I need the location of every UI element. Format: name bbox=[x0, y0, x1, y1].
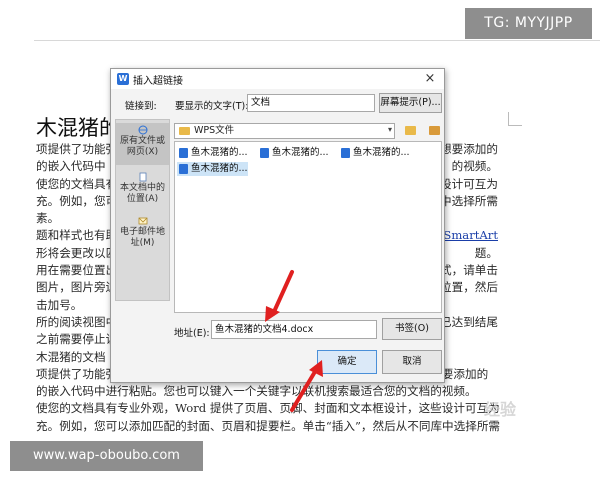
address-label: 地址(E): bbox=[174, 328, 210, 339]
document-line-text: 式，请单击 bbox=[440, 263, 498, 278]
sidebar-item-label: 电子邮件地址(M) bbox=[119, 227, 165, 248]
doc-file-icon bbox=[179, 164, 188, 174]
document-line-text: 所的阅读视图中 bbox=[36, 314, 118, 329]
globe-icon bbox=[138, 125, 147, 135]
document-line-text: 题和样式也有助 bbox=[36, 228, 118, 243]
document-line-text: 位置，然后 bbox=[440, 280, 498, 295]
dialog-title: 插入超链接 bbox=[133, 76, 183, 87]
document-line-text: 设计可互为 bbox=[440, 176, 498, 191]
doc-file-icon bbox=[260, 148, 269, 158]
folder-select-value: WPS文件 bbox=[194, 125, 235, 136]
document-line-text: 使您的文档具有 bbox=[36, 176, 118, 191]
link-type-sidebar: 原有文件或网页(X) 本文档中的位置(A) 电子邮件地址(M) bbox=[115, 119, 170, 301]
close-button[interactable]: × bbox=[422, 70, 438, 87]
document-line-text: 充。例如，您可 bbox=[36, 193, 118, 208]
insert-hyperlink-dialog: W 插入超链接 × 链接到: 要显示的文字(T): 文档 屏幕提示(P)... … bbox=[110, 68, 445, 383]
document-line-text: 的视频。 bbox=[451, 159, 498, 174]
document-line-text: 素。 bbox=[36, 211, 60, 226]
ok-button[interactable]: 确定 bbox=[317, 350, 377, 374]
sidebar-item-label: 原有文件或网页(X) bbox=[119, 136, 165, 157]
margin-corner-mark bbox=[508, 112, 522, 126]
dialog-titlebar[interactable]: W 插入超链接 × bbox=[111, 69, 444, 89]
bookmark-icon bbox=[139, 172, 146, 182]
document-line-text: 之前需要停止读 bbox=[36, 332, 118, 347]
sidebar-item-existing-file[interactable]: 原有文件或网页(X) bbox=[116, 123, 169, 165]
document-line-text: 击加号。 bbox=[36, 297, 83, 312]
wps-app-icon: W bbox=[117, 73, 129, 85]
document-line-text: 充。例如，您可以添加匹配的封面、页眉和提要栏。单击“插入”，然后从不同库中选择所… bbox=[36, 418, 501, 433]
bookmark-button[interactable]: 书签(O) bbox=[382, 318, 442, 340]
screentip-button[interactable]: 屏幕提示(P)... bbox=[379, 93, 442, 113]
document-line-text: 木混猪的文档 bbox=[36, 349, 106, 364]
address-input[interactable]: 鱼木混猪的文档4.docx bbox=[211, 320, 377, 339]
document-line-text: 项提供了功能强 bbox=[36, 142, 118, 156]
document-line: 充。例如，您可以添加匹配的封面、页眉和提要栏。单击“插入”，然后从不同库中选择所… bbox=[36, 418, 600, 435]
sidebar-item-label: 本文档中的位置(A) bbox=[119, 183, 165, 204]
document-line-text: 用在需要位置出 bbox=[36, 263, 118, 278]
file-list[interactable]: 鱼木混猪的... 鱼木混猪的... 鱼木混猪的... 鱼木混猪的... bbox=[174, 141, 442, 313]
file-item[interactable]: 鱼木混猪的... bbox=[258, 146, 329, 160]
link-to-label: 链接到: bbox=[125, 101, 157, 112]
document-link-text[interactable]: SmartArt bbox=[443, 227, 498, 244]
document-heading: 木混猪的 bbox=[36, 116, 120, 140]
chevron-down-icon: ▾ bbox=[387, 125, 392, 134]
document-line-text: 题。 bbox=[474, 245, 498, 260]
doc-file-icon bbox=[179, 148, 188, 158]
folder-select[interactable]: WPS文件 ▾ bbox=[174, 123, 395, 139]
mail-icon bbox=[138, 217, 147, 225]
cancel-button[interactable]: 取消 bbox=[382, 350, 442, 374]
folder-icon bbox=[179, 127, 190, 135]
watermark-top: TG: MYYJJPP bbox=[465, 8, 592, 39]
watermark-logo: 经验 bbox=[484, 400, 517, 419]
file-item[interactable]: 鱼木混猪的... bbox=[177, 146, 248, 160]
document-line-text: 中选择所需 bbox=[440, 193, 498, 208]
document-line-text: 使您的文档具有专业外观，Word 提供了页眉、页脚、封面和文本框设计，这些设计可… bbox=[36, 401, 500, 416]
display-text-label: 要显示的文字(T): bbox=[175, 101, 249, 112]
browse-web-icon[interactable] bbox=[429, 126, 440, 135]
doc-file-icon bbox=[341, 148, 350, 158]
page-header-rule bbox=[34, 40, 600, 41]
document-line-text: 已达到结尾 bbox=[440, 314, 498, 329]
document-line-text: 图片，图片旁边 bbox=[36, 280, 118, 295]
sidebar-item-email[interactable]: 电子邮件地址(M) bbox=[116, 216, 169, 256]
file-item-selected[interactable]: 鱼木混猪的... bbox=[177, 162, 248, 176]
document-line-text: 的嵌入代码中 bbox=[36, 159, 106, 174]
document-line-text: 想要添加的 bbox=[440, 142, 498, 156]
file-item[interactable]: 鱼木混猪的... bbox=[339, 146, 410, 160]
watermark-bottom: www.wap-oboubo.com bbox=[10, 441, 203, 471]
document-line-text: 的嵌入代码中进行粘贴。您也可以键入一个关键字以联机搜索最适合您的文档的视频。 bbox=[36, 384, 477, 399]
sidebar-item-document-place[interactable]: 本文档中的位置(A) bbox=[116, 172, 169, 212]
display-text-input[interactable]: 文档 bbox=[247, 94, 375, 112]
document-line-text: 形将会更改以匹 bbox=[36, 245, 118, 260]
browse-folder-icon[interactable] bbox=[405, 126, 416, 135]
